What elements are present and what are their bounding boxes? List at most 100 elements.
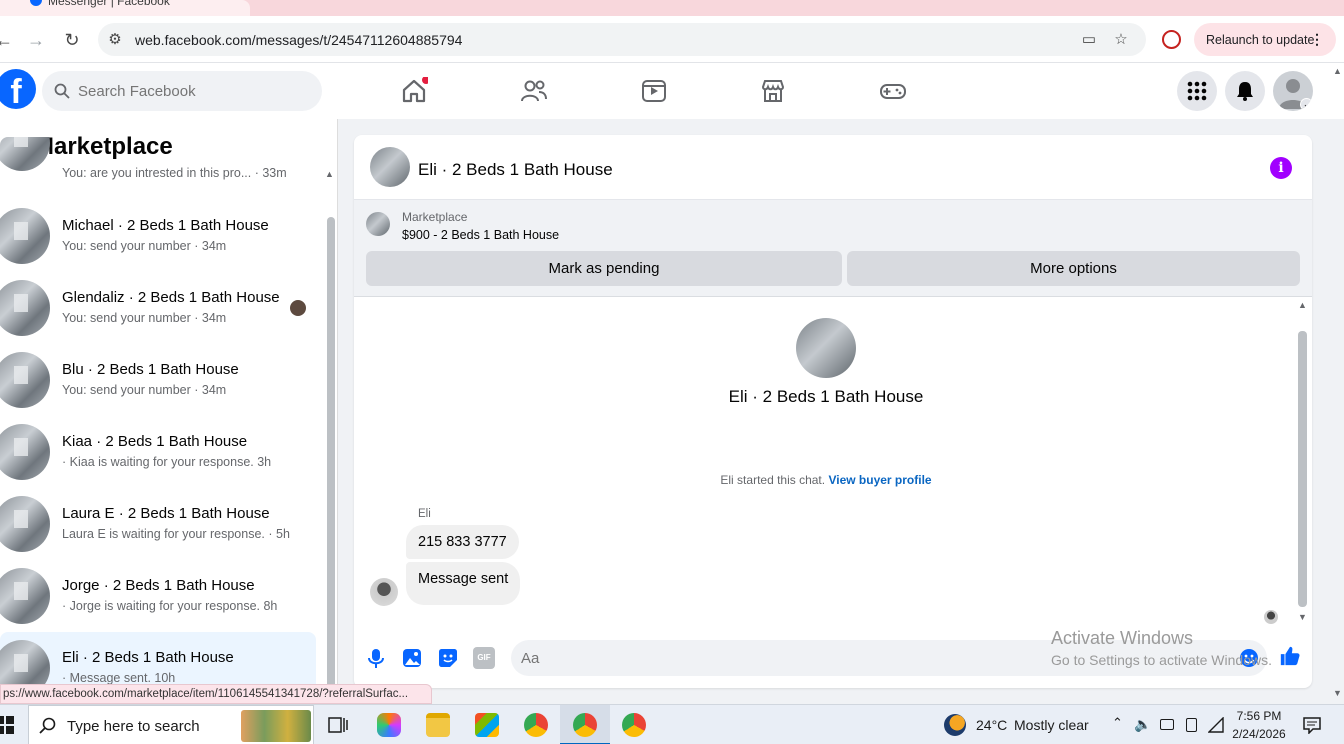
conversation-name: Jorge · 2 Beds 1 Bath House (62, 577, 255, 594)
search-input[interactable] (78, 71, 308, 111)
address-url: web.facebook.com/messages/t/245471126048… (135, 32, 463, 48)
notification-center-icon[interactable] (1303, 716, 1321, 734)
message-input[interactable] (521, 640, 1021, 676)
facebook-search[interactable] (42, 71, 322, 111)
message-scrollbar[interactable] (1298, 331, 1307, 607)
scroll-up-icon[interactable]: ▲ (325, 169, 334, 179)
listing-title[interactable]: $900 - 2 Beds 1 Bath House (402, 228, 559, 242)
microphone-icon[interactable] (365, 647, 387, 669)
back-arrow-icon[interactable]: ← (0, 28, 16, 52)
browser-profile-icon[interactable] (1162, 30, 1181, 49)
bookmark-star-icon[interactable]: ☆ (1112, 31, 1130, 49)
sender-name: Eli (418, 508, 431, 520)
listing-thumbnail (0, 496, 50, 552)
grid-icon (1187, 81, 1207, 101)
info-icon[interactable]: i (1270, 157, 1292, 179)
profile-avatar[interactable] (796, 318, 856, 378)
clock-date[interactable]: 2/24/2026 (1230, 727, 1288, 741)
status-bar-url: ps://www.facebook.com/marketplace/item/1… (0, 684, 432, 704)
conversation-preview: · Message sent. 10h (62, 671, 176, 685)
conversation-name: Blu · 2 Beds 1 Bath House (62, 361, 239, 378)
thumbs-up-icon[interactable] (1279, 645, 1301, 667)
conversation-preview: · Jorge is waiting for your response. 8h (62, 599, 278, 613)
weather-icon[interactable] (944, 714, 966, 736)
chat-title[interactable]: Eli · 2 Beds 1 Bath House (418, 160, 613, 180)
activate-windows-title: Activate Windows (1051, 628, 1194, 648)
more-options-button[interactable]: More options (847, 251, 1300, 286)
list-item[interactable]: Jorge · 2 Beds 1 Bath House · Jorge is w… (0, 560, 316, 632)
relaunch-button[interactable]: Relaunch to update ⋮ (1194, 23, 1336, 56)
sender-avatar[interactable] (370, 578, 398, 606)
clock-time[interactable]: 7:56 PM (1230, 709, 1288, 723)
wifi-icon[interactable] (1208, 717, 1224, 733)
microsoft-store-icon[interactable] (475, 713, 499, 737)
scroll-up-icon[interactable]: ▲ (1298, 300, 1307, 310)
kebab-menu-icon[interactable]: ⋮ (1310, 31, 1324, 48)
list-item[interactable]: You: are you intrested in this pro... · … (0, 137, 316, 187)
taskbar-search-placeholder: Type here to search (67, 718, 200, 735)
listing-thumbnail (0, 208, 50, 264)
activate-windows-subtitle: Go to Settings to activate Windows. (1051, 652, 1272, 668)
conversation-name: Eli · 2 Beds 1 Bath House (62, 649, 234, 666)
page-scroll-down-icon[interactable]: ▼ (1333, 688, 1342, 698)
home-icon[interactable] (400, 77, 428, 105)
file-explorer-icon[interactable] (426, 713, 450, 737)
weather-text[interactable]: Mostly clear (1014, 717, 1089, 733)
video-icon[interactable] (640, 77, 668, 105)
seen-avatar (290, 300, 306, 316)
chrome-profile-p-icon[interactable] (524, 713, 548, 737)
speaker-icon[interactable]: 🔈 (1134, 716, 1151, 733)
chat-avatar[interactable] (370, 147, 410, 187)
photo-icon[interactable] (401, 647, 423, 669)
scroll-down-icon[interactable]: ▼ (1298, 612, 1307, 622)
menu-grid-button[interactable] (1177, 71, 1217, 111)
listing-thumbnail (0, 352, 50, 408)
profile-name: Eli · 2 Beds 1 Bath House (728, 387, 924, 406)
relaunch-label: Relaunch to update (1206, 33, 1315, 47)
read-receipt-avatar (1264, 610, 1278, 624)
marketplace-label: Marketplace (402, 210, 468, 224)
friends-icon[interactable] (520, 77, 548, 105)
listing-thumbnail (0, 568, 50, 624)
list-item[interactable]: Kiaa · 2 Beds 1 Bath House · Kiaa is wai… (0, 416, 316, 488)
conversation-scrollbar[interactable] (327, 217, 335, 697)
gaming-icon[interactable] (879, 77, 907, 105)
list-item[interactable]: Michael · 2 Beds 1 Bath House You: send … (0, 200, 316, 272)
bell-icon (1237, 82, 1253, 101)
windows-start-icon[interactable] (0, 716, 14, 734)
copilot-icon[interactable] (377, 713, 401, 737)
conversation-name: Kiaa · 2 Beds 1 Bath House (62, 433, 248, 450)
task-view-icon[interactable] (328, 716, 348, 734)
forward-arrow-icon[interactable]: → (24, 28, 48, 52)
view-buyer-profile-link[interactable]: View buyer profile (828, 473, 931, 487)
list-item[interactable]: Blu · 2 Beds 1 Bath House You: send your… (0, 344, 316, 416)
listing-thumbnail (0, 137, 50, 171)
marketplace-icon[interactable] (759, 77, 787, 105)
address-bar[interactable]: ⚙ web.facebook.com/messages/t/2454711260… (98, 23, 1146, 56)
facebook-logo-icon[interactable]: f (0, 69, 36, 109)
page-scroll-up-icon[interactable]: ▲ (1333, 66, 1342, 76)
chevron-up-icon[interactable]: ⌃ (1112, 715, 1123, 731)
reload-icon[interactable]: ↻ (60, 28, 84, 52)
message-bubble[interactable]: 215 833 3777 (406, 525, 519, 559)
account-avatar[interactable]: ⌄ (1273, 71, 1313, 111)
taskbar-search[interactable]: Type here to search (28, 705, 314, 744)
search-icon (39, 717, 56, 734)
device-icon[interactable] (1186, 718, 1197, 732)
weather-temp[interactable]: 24°C (976, 717, 1007, 733)
chrome-active-icon[interactable] (573, 713, 597, 737)
message-bubble[interactable]: Message sent (406, 562, 521, 605)
notifications-button[interactable] (1225, 71, 1265, 111)
list-item[interactable]: Glendaliz · 2 Beds 1 Bath House You: sen… (0, 272, 316, 344)
marketplace-listing-banner: Marketplace $900 - 2 Beds 1 Bath House M… (354, 199, 1312, 297)
site-settings-icon[interactable]: ⚙ (106, 31, 124, 49)
install-app-icon[interactable]: ▭ (1080, 31, 1098, 49)
chrome-profile-icon[interactable] (622, 713, 646, 737)
mark-as-pending-button[interactable]: Mark as pending (366, 251, 842, 286)
conversation-preview: You: are you intrested in this pro... · … (62, 166, 287, 180)
tab-title: Messenger | Facebook (48, 0, 170, 8)
sticker-icon[interactable] (437, 647, 459, 669)
list-item[interactable]: Laura E · 2 Beds 1 Bath House Laura E is… (0, 488, 316, 560)
battery-icon[interactable] (1160, 719, 1174, 730)
gif-icon[interactable]: GIF (473, 647, 495, 669)
